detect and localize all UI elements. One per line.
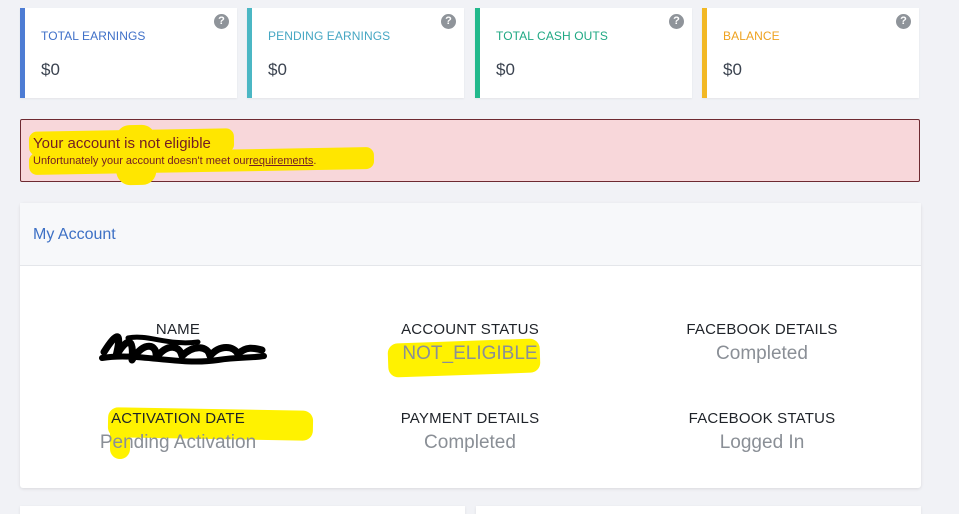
activation-date-field: ACTIVATION DATE Pending Activation (48, 410, 308, 454)
balance-card: BALANCE $0 ? (702, 8, 919, 98)
lower-panel-left (20, 506, 465, 514)
facebook-details-field: FACEBOOK DETAILS Completed (632, 321, 892, 365)
account-status-value: NOT_ELIGIBLE (402, 343, 538, 364)
total-earnings-card: TOTAL EARNINGS $0 ? (20, 8, 237, 98)
alert-period: . (313, 155, 317, 167)
eligibility-alert: Your account is not eligible Unfortunate… (20, 119, 920, 186)
panel-title: My Account (33, 226, 116, 243)
help-icon[interactable]: ? (441, 14, 456, 29)
pending-earnings-card: PENDING EARNINGS $0 ? (247, 8, 464, 98)
balance-label: BALANCE (723, 29, 780, 43)
pending-earnings-value: $0 (268, 60, 287, 79)
facebook-details-value: Completed (716, 343, 808, 364)
alert-text: Unfortunately your account doesn't meet … (33, 155, 316, 167)
payment-details-value: Completed (424, 432, 516, 453)
total-earnings-value: $0 (41, 60, 60, 79)
total-cash-outs-card: TOTAL CASH OUTS $0 ? (475, 8, 692, 98)
facebook-status-value: Logged In (719, 432, 805, 453)
account-status-label: ACCOUNT STATUS (401, 321, 539, 338)
lower-panel-right (476, 506, 921, 514)
activation-date-value: Pending Activation (99, 432, 257, 453)
redaction-scribble (99, 333, 267, 365)
facebook-details-label: FACEBOOK DETAILS (686, 321, 838, 338)
total-cash-outs-value: $0 (496, 60, 515, 79)
requirements-link[interactable]: requirements (249, 155, 313, 167)
facebook-status-field: FACEBOOK STATUS Logged In (632, 410, 892, 454)
dashboard: TOTAL EARNINGS $0 ? PENDING EARNINGS $0 … (0, 0, 959, 514)
help-icon[interactable]: ? (896, 14, 911, 29)
payment-details-label: PAYMENT DETAILS (400, 410, 540, 427)
panel-header: My Account (20, 203, 921, 266)
alert-title: Your account is not eligible (33, 135, 211, 152)
help-icon[interactable]: ? (669, 14, 684, 29)
activation-date-label: ACTIVATION DATE (111, 410, 245, 427)
pending-earnings-label: PENDING EARNINGS (268, 29, 391, 43)
facebook-status-label: FACEBOOK STATUS (688, 410, 836, 427)
alert-message: Unfortunately your account doesn't meet … (33, 155, 250, 167)
total-earnings-label: TOTAL EARNINGS (41, 29, 146, 43)
total-cash-outs-label: TOTAL CASH OUTS (496, 29, 608, 43)
account-status-field: ACCOUNT STATUS NOT_ELIGIBLE (340, 321, 600, 365)
help-icon[interactable]: ? (214, 14, 229, 29)
balance-value: $0 (723, 60, 742, 79)
payment-details-field: PAYMENT DETAILS Completed (340, 410, 600, 454)
